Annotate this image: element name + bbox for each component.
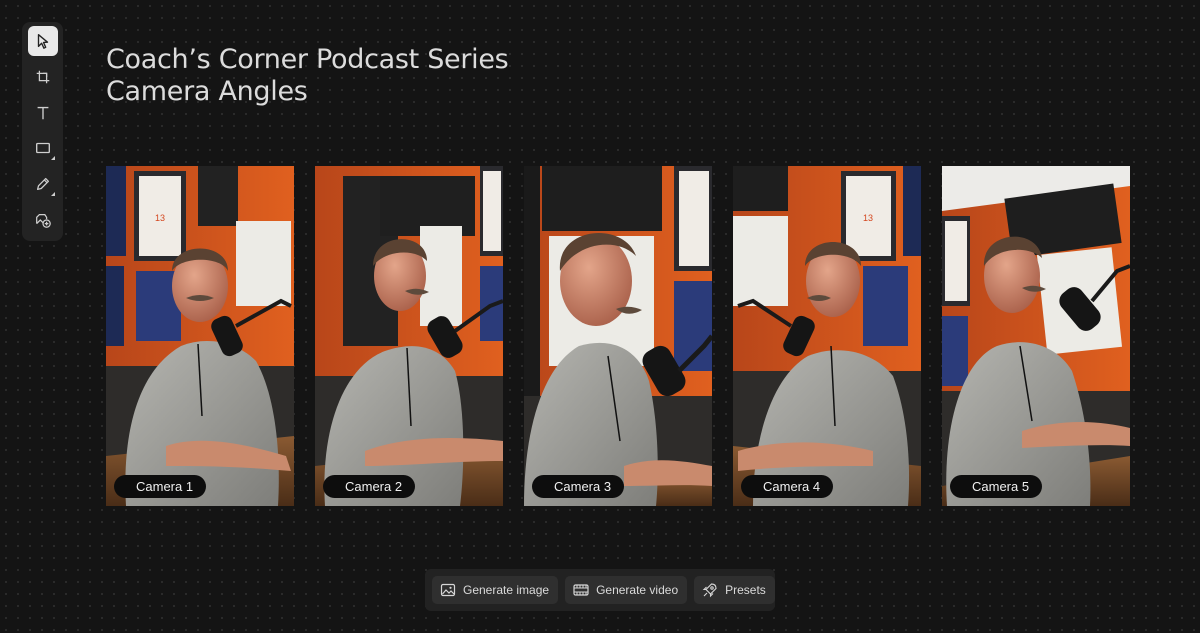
title-line-2: Camera Angles	[106, 76, 308, 107]
camera-label: Camera 3	[532, 475, 625, 498]
svg-text:13: 13	[155, 213, 165, 223]
text-icon	[37, 106, 48, 119]
rectangle-icon	[35, 143, 50, 154]
generate-video-label: Generate video	[596, 583, 679, 597]
page-title: Coach’s Corner Podcast Series Camera Ang…	[106, 44, 509, 108]
tool-palette	[22, 22, 63, 241]
presets-label: Presets	[725, 583, 766, 597]
image-icon	[440, 583, 456, 597]
camera-label: Camera 1	[114, 475, 207, 498]
text-tool-button[interactable]	[28, 98, 58, 128]
camera-card[interactable]: 13 Camera 1	[106, 166, 294, 506]
camera-2-photo	[315, 166, 503, 506]
generate-image-label: Generate image	[463, 583, 550, 597]
camera-label: Camera 2	[323, 475, 416, 498]
frame-tool-button[interactable]	[28, 62, 58, 92]
generate-image-button[interactable]: Generate image	[432, 576, 559, 604]
pen-tool-button[interactable]	[28, 169, 58, 199]
camera-card[interactable]: 13 Camera 4	[733, 166, 921, 506]
select-arrow-icon	[37, 33, 48, 49]
camera-card[interactable]: Camera 3	[524, 166, 712, 506]
presets-button[interactable]: Presets	[694, 576, 775, 604]
frame-crop-icon	[36, 70, 49, 84]
camera-angle-gallery: 13 Camera 1 Camera 2 Camera 3 13 Camera …	[106, 166, 1130, 506]
add-image-icon	[35, 214, 51, 228]
camera-label: Camera 5	[950, 475, 1043, 498]
camera-4-photo: 13	[733, 166, 921, 506]
generate-video-button[interactable]: Generate video	[565, 576, 688, 604]
shape-tool-button[interactable]	[28, 133, 58, 163]
submenu-indicator	[50, 156, 55, 161]
camera-card[interactable]: Camera 2	[315, 166, 503, 506]
title-line-1: Coach’s Corner Podcast Series	[106, 44, 509, 75]
film-strip-icon	[573, 584, 589, 596]
generation-action-bar: Generate image Generate video Presets	[425, 569, 775, 611]
select-tool-button[interactable]	[27, 26, 58, 56]
submenu-indicator	[50, 192, 55, 197]
camera-5-photo	[942, 166, 1130, 506]
pen-icon	[36, 178, 49, 191]
camera-3-photo	[524, 166, 712, 506]
add-image-tool-button[interactable]	[28, 205, 58, 235]
camera-1-photo: 13	[106, 166, 294, 506]
svg-text:13: 13	[863, 213, 873, 223]
camera-card[interactable]: Camera 5	[942, 166, 1130, 506]
rocket-icon	[702, 583, 717, 598]
camera-label: Camera 4	[741, 475, 834, 498]
